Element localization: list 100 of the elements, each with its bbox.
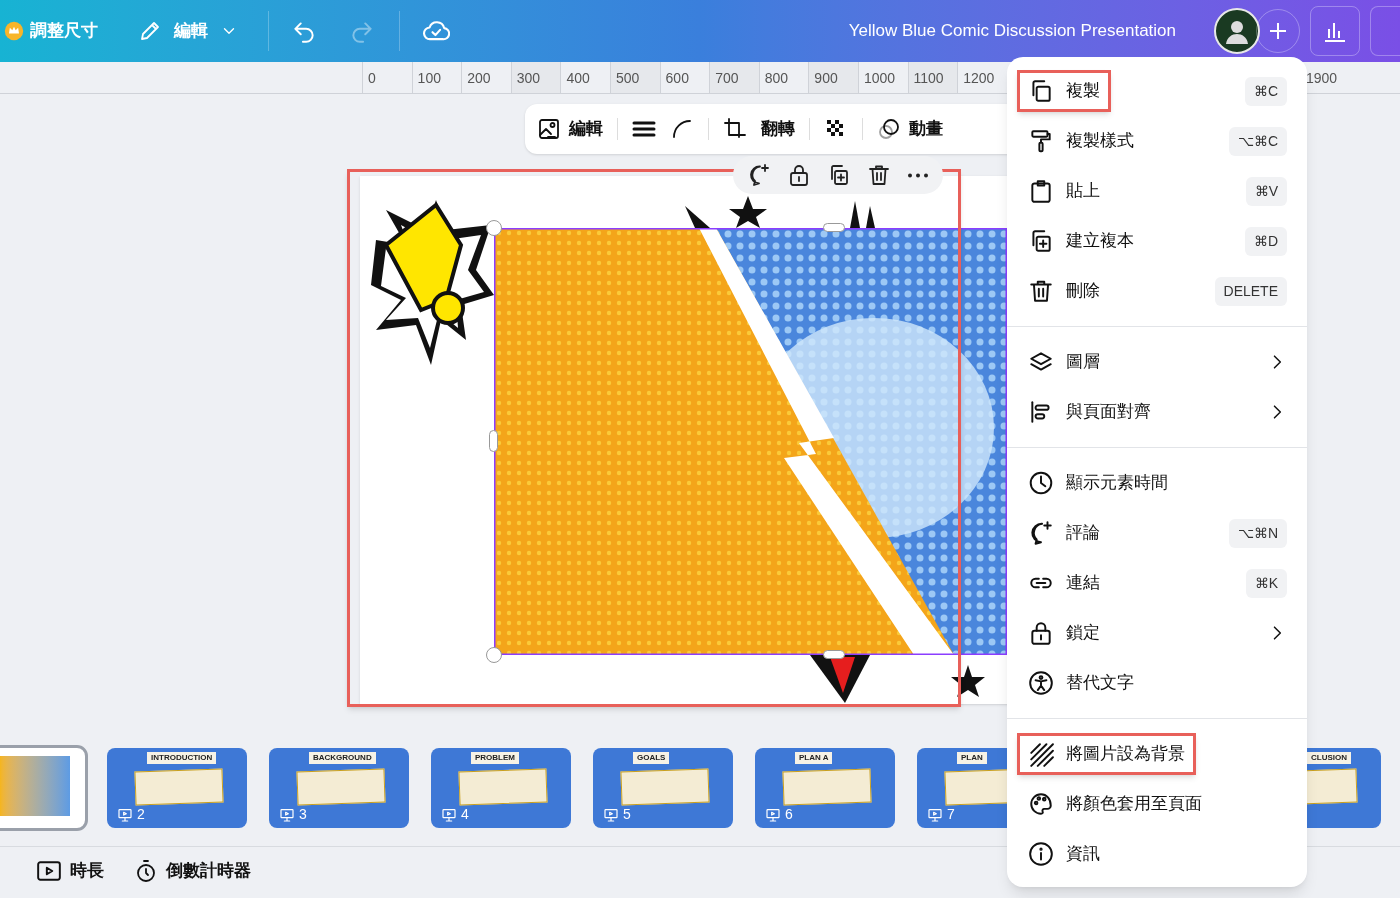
lock-button[interactable]: [787, 163, 811, 187]
menu-item[interactable]: 顯示元素時間: [1007, 458, 1307, 508]
menu-item[interactable]: 資訊: [1007, 829, 1307, 879]
menu-item[interactable]: 貼上 ⌘V: [1007, 166, 1307, 216]
avatar[interactable]: [1214, 8, 1260, 54]
page-thumbnail[interactable]: GOALS 5: [593, 748, 733, 828]
ruler-label: 600: [665, 69, 689, 88]
menu-item[interactable]: 鎖定: [1007, 608, 1307, 658]
shortcut-label: ⌘V: [1245, 176, 1287, 206]
page-title: PROBLEM: [471, 752, 519, 764]
ruler-label: 500: [615, 69, 640, 88]
presentation-icon: [927, 806, 943, 823]
presentation-icon: [603, 806, 619, 823]
crown-icon: [4, 21, 24, 41]
page-title: CLUSION: [1307, 752, 1351, 764]
ruler-label: 0: [368, 69, 376, 88]
lock-icon: [1028, 620, 1054, 646]
menu-item[interactable]: 圖層: [1007, 337, 1307, 387]
ruler-label: 900: [814, 69, 838, 88]
duration-button[interactable]: 時長: [36, 858, 104, 884]
ruler-label: 1200: [963, 69, 995, 88]
page-number: 4: [461, 805, 469, 824]
more-dots-icon: [907, 172, 929, 178]
page-title: BACKGROUND: [309, 752, 376, 764]
menu-item-label-area: 刪除: [1017, 270, 1111, 312]
page-thumbnail[interactable]: INTRODUCTION 2: [107, 748, 247, 828]
shortcut-label: ⌘D: [1244, 226, 1287, 256]
menu-item[interactable]: 評論 ⌥⌘N: [1007, 508, 1307, 558]
shortcut-label: ⌥⌘C: [1228, 126, 1287, 156]
highlight-frame: 將圖片設為背景: [1017, 733, 1196, 775]
menu-item-label-area: 貼上: [1017, 170, 1111, 212]
menu-item-label-area: 鎖定: [1017, 612, 1111, 654]
menu-item-label-area: 複製樣式: [1017, 120, 1145, 162]
play-box-icon: [36, 858, 62, 884]
document-title[interactable]: Yellow Blue Comic Discussion Presentation: [848, 18, 1176, 44]
lock-icon: [787, 163, 811, 187]
page-thumbnail[interactable]: BACKGROUND 3: [269, 748, 409, 828]
menu-item-label-area: 資訊: [1017, 833, 1111, 875]
menu-item-label-area: 與頁面對齊: [1017, 391, 1162, 433]
shortcut-label: DELETE: [1214, 276, 1287, 306]
ruler-label: 200: [467, 69, 491, 88]
ruler-label: 300: [516, 69, 541, 88]
menu-item-label-area: 評論: [1017, 512, 1111, 554]
shortcut-label: ⌘C: [1244, 76, 1287, 106]
resize-handle[interactable]: [489, 430, 498, 452]
menu-item[interactable]: 刪除 DELETE: [1007, 266, 1307, 316]
page-thumbnail[interactable]: PLAN A 6: [755, 748, 895, 828]
crop-icon: [723, 117, 747, 141]
timer-button[interactable]: 倒數計時器: [134, 858, 251, 884]
page-thumbnail[interactable]: PROBLEM 4: [431, 748, 571, 828]
presentation-icon: [441, 806, 457, 823]
shortcut-label: ⌥⌘N: [1228, 518, 1287, 548]
ruler-label: 100: [417, 69, 441, 88]
menu-item-label-area: 建立複本: [1017, 220, 1145, 262]
bar-chart-icon: [1323, 20, 1347, 42]
page-title: GOALS: [633, 752, 670, 764]
corner-button[interactable]: [670, 117, 694, 141]
page-number: 7: [947, 805, 955, 824]
ruler-label: 1900: [1306, 69, 1338, 88]
more-button[interactable]: [907, 172, 929, 178]
animate-button[interactable]: 動畫: [877, 116, 943, 142]
accessibility-icon: [1028, 670, 1054, 696]
menu-item[interactable]: 替代文字: [1007, 658, 1307, 708]
delete-button[interactable]: [867, 163, 891, 187]
page-title: INTRODUCTION: [147, 752, 217, 764]
shortcut-label: ⌘K: [1245, 568, 1287, 598]
page-number: 3: [299, 805, 307, 824]
image-edit-icon: [537, 117, 561, 141]
page-number: 6: [785, 805, 793, 824]
menu-item[interactable]: 建立複本 ⌘D: [1007, 216, 1307, 266]
menu-item-label-area: 替代文字: [1017, 662, 1145, 704]
plus-icon: [1268, 21, 1288, 41]
presentation-icon: [279, 806, 295, 823]
page-number: 2: [137, 805, 145, 824]
page-title: PLAN A: [795, 752, 833, 764]
animation-circles-icon: [877, 117, 901, 141]
menu-item[interactable]: 連結 ⌘K: [1007, 558, 1307, 608]
pencil-icon: [138, 19, 162, 43]
comment-button[interactable]: [747, 163, 771, 187]
clock-icon: [1028, 470, 1054, 496]
paint-roller-icon: [1028, 128, 1054, 154]
resize-handle[interactable]: [823, 223, 845, 232]
ruler-label: 1000: [863, 69, 896, 88]
menu-item-label-area: 圖層: [1017, 341, 1111, 383]
image-placeholder: [0, 756, 70, 816]
ruler-label: 700: [715, 69, 739, 88]
ruler-label: 800: [764, 69, 789, 88]
resize-handle[interactable]: [823, 650, 845, 659]
clipboard-icon: [1028, 178, 1054, 204]
menu-item-label-area: 顯示元素時間: [1017, 462, 1179, 504]
page-title: PLAN: [957, 752, 987, 764]
stopwatch-icon: [134, 859, 158, 883]
menu-item[interactable]: 複製 ⌘C: [1007, 66, 1307, 116]
insights-button[interactable]: [1310, 6, 1360, 56]
crop-button[interactable]: [723, 117, 747, 141]
trash-icon: [867, 163, 891, 187]
menu-item[interactable]: 與頁面對齊: [1007, 387, 1307, 437]
flip-button[interactable]: 翻轉: [761, 116, 795, 142]
page-number: 5: [623, 805, 631, 824]
menu-item[interactable]: 複製樣式 ⌥⌘C: [1007, 116, 1307, 166]
